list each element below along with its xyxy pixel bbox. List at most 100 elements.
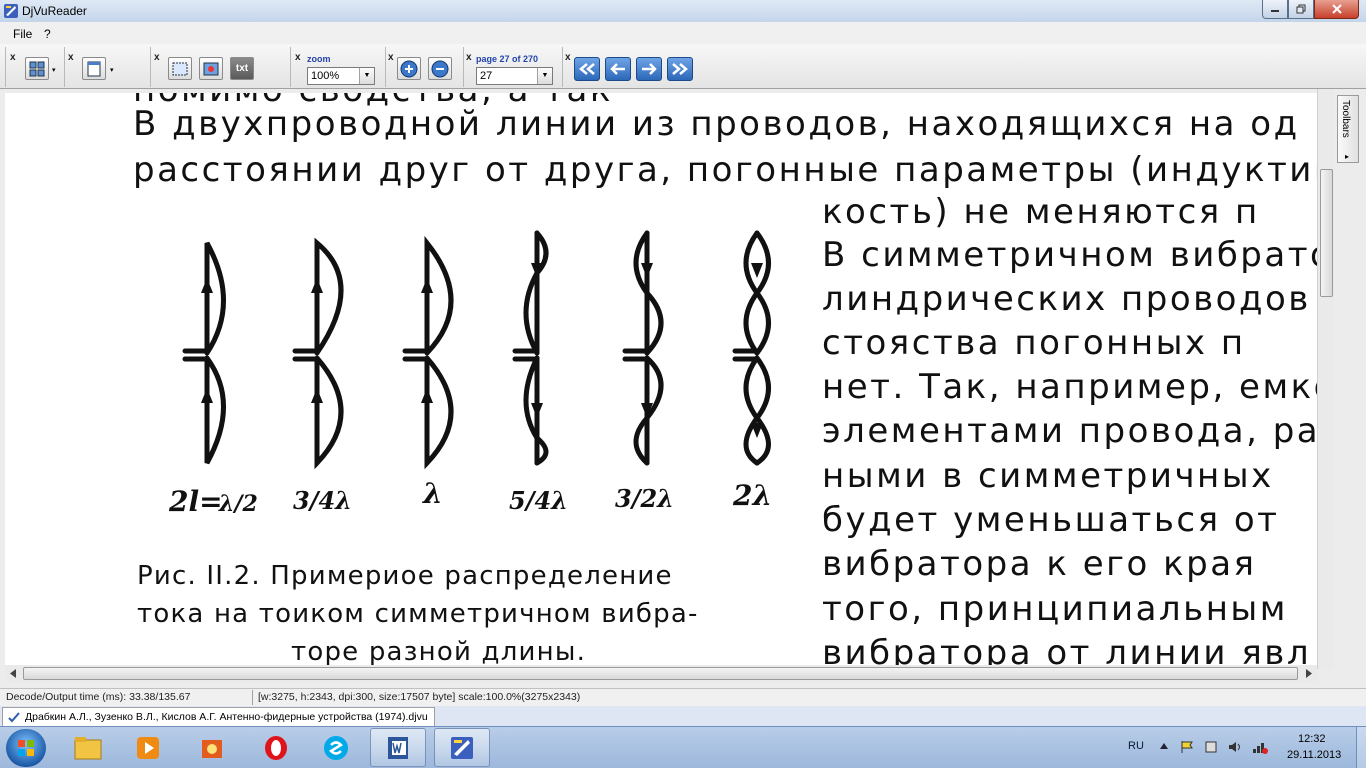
label-three-half: 3/2λ [615,484,674,513]
document-tab[interactable]: Драбкин А.Л., Зузенко В.Л., Кислов А.Г. … [2,707,435,726]
language-indicator[interactable]: RU [1128,740,1144,752]
status-divider [252,690,253,705]
document-viewport[interactable]: помимо сводства, а так В двухпроводной л… [0,89,1366,688]
zoom-select[interactable]: 100% ▼ [307,67,375,85]
toolbar-group-page [64,47,65,87]
dipole-three-quarter [292,237,344,470]
select-area-button[interactable] [168,57,192,80]
taskbar-opera[interactable] [248,728,304,767]
chevron-down-icon: ▼ [359,68,374,84]
chevron-down-icon: ▼ [537,68,552,84]
next-page-button[interactable] [636,57,662,81]
menu-file[interactable]: File [13,27,32,41]
figure-caption-line: Рис. II.2. Примериое распределение [137,561,673,591]
toolbar-group-close[interactable]: x [295,53,301,63]
djvu-app-icon [4,4,18,18]
label-2l: 2l= [168,485,223,518]
opera-icon [265,735,287,760]
taskbar-djvureader[interactable] [434,728,490,767]
previous-page-button[interactable] [605,57,631,81]
dipole-full-wave [402,235,454,470]
menu-bar: File ? [0,22,1366,44]
doc-text-line: В двухпроводной линии из проводов, наход… [133,104,1300,144]
maximize-button[interactable] [1288,0,1314,19]
horizontal-scrollbar[interactable] [5,665,1317,682]
toolbar-group-zoom [290,47,291,87]
page-select[interactable]: 27 ▼ [476,67,553,85]
arrow-right-icon [642,63,657,75]
horizontal-scroll-thumb[interactable] [23,667,1298,680]
start-button[interactable] [6,729,46,767]
vertical-scrollbar[interactable] [1317,89,1334,669]
clock-time[interactable]: 12:32 [1298,733,1326,745]
taskbar-skype[interactable] [308,728,364,767]
show-desktop-button[interactable] [1356,727,1366,768]
toolbar-group-close[interactable]: x [466,53,472,63]
doc-text-line: вибратора к его края [822,544,1257,584]
volume-icon[interactable] [1228,740,1242,754]
toolbar-group-close[interactable]: x [68,53,74,63]
taskbar-explorer[interactable] [60,728,116,767]
doc-text-line: ными в симметричных [822,456,1274,496]
media-player-icon [137,736,159,759]
clock-date[interactable]: 29.11.2013 [1287,749,1341,761]
device-icon[interactable] [1204,740,1218,754]
taskbar-word[interactable] [370,728,426,767]
page-layout-button[interactable] [82,57,106,80]
menu-help[interactable]: ? [44,27,51,41]
toolbar-group-close[interactable]: x [154,53,160,63]
label-lambda: λ [422,477,443,510]
last-page-button[interactable] [667,57,693,81]
select-image-button[interactable] [199,57,223,80]
doc-text-line: В симметричном вибрато [822,235,1317,275]
toolbars-panel-tab[interactable]: Toolbars ▸ [1337,95,1359,163]
toolbar-group-navigation [562,47,563,87]
vertical-scroll-thumb[interactable] [1320,169,1333,297]
restore-icon [1296,4,1306,14]
chevron-down-icon[interactable]: ▾ [110,66,114,74]
flag-icon[interactable] [1180,740,1194,754]
current-arrows [201,263,763,438]
first-page-button[interactable] [574,57,600,81]
doc-text-line: нет. Так, например, емко [822,367,1317,407]
zoom-out-icon [431,60,449,77]
arrow-left-icon [610,63,625,75]
last-page-icon [672,63,688,75]
page-icon [87,61,101,76]
taskbar-app-3[interactable] [184,728,240,767]
doc-text-line: стояства погонных п [822,323,1246,363]
djvu-app-icon [451,736,473,759]
label-two-lambda: 2λ [732,479,772,512]
document-tabs: Драбкин А.Л., Зузенко В.Л., Кислов А.Г. … [0,706,1366,726]
toolbar-group-close[interactable]: x [10,53,16,63]
close-button[interactable] [1314,0,1359,19]
page-count-label: page 27 of 270 [476,54,539,64]
text-mode-button[interactable]: txt [230,57,254,80]
document-page[interactable]: помимо сводства, а так В двухпроводной л… [5,93,1317,665]
status-bar: Decode/Output time (ms): 33.38/135.67 [w… [0,688,1366,706]
scroll-left-icon[interactable] [9,669,17,678]
zoom-value: 100% [311,70,340,82]
page-value: 27 [480,70,493,82]
network-icon[interactable] [1252,740,1268,754]
toolbar-group-close[interactable]: x [565,53,571,63]
dipole-half-wave [182,241,226,465]
doc-text-line: расстоянии друг от друга, погонные парам… [133,150,1317,190]
chevron-up-icon[interactable] [1160,743,1168,749]
taskbar-media-player[interactable] [120,728,176,767]
scroll-right-icon[interactable] [1305,669,1313,678]
word-icon [388,736,408,759]
thumbnails-button[interactable] [25,57,49,80]
decode-time: Decode/Output time (ms): 33.38/135.67 [6,691,191,703]
toolbar-group-page-nav [463,47,464,87]
toolbar-group-close[interactable]: x [388,53,394,63]
txt-label: txt [235,63,249,74]
dipole-five-quarter [512,230,549,466]
zoom-in-button[interactable] [397,57,421,80]
minimize-button[interactable] [1262,0,1288,19]
zoom-out-button[interactable] [428,57,452,80]
title-bar: DjVuReader [0,0,1366,22]
image-select-icon [203,62,219,75]
chevron-down-icon[interactable]: ▾ [52,66,56,74]
document-tab-title: Драбкин А.Л., Зузенко В.Л., Кислов А.Г. … [25,711,428,723]
